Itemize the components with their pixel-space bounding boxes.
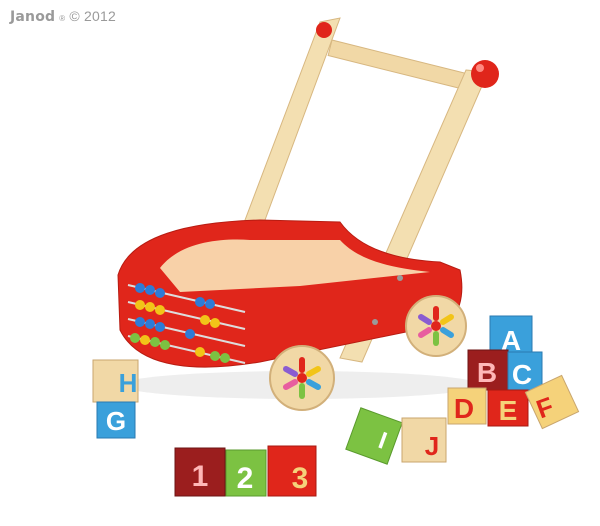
rear-wheel xyxy=(405,295,467,357)
block-d-letter: D xyxy=(454,393,474,424)
block-1: 1 xyxy=(174,447,226,497)
block-h-letter: H xyxy=(119,368,138,398)
left-knob xyxy=(316,22,332,38)
block-e: E xyxy=(487,389,529,427)
left-handle-post xyxy=(241,17,341,229)
block-b-letter: B xyxy=(477,357,497,388)
block-2-digit: 2 xyxy=(237,462,254,495)
block-j-letter: J xyxy=(425,431,439,461)
front-wheel xyxy=(269,345,335,411)
block-g: G xyxy=(96,401,136,439)
block-j: J xyxy=(401,417,447,463)
block-3: 3 xyxy=(267,445,317,497)
block-1-digit: 1 xyxy=(192,460,209,493)
walker-illustration: H G 1 2 3 I J A B C D E F xyxy=(92,17,580,497)
block-d: D xyxy=(447,387,487,425)
block-i: I xyxy=(345,407,403,465)
block-c-letter: C xyxy=(512,359,532,390)
block-c: C xyxy=(507,351,543,391)
block-e-letter: E xyxy=(499,395,518,426)
product-photo: Janod ® © 2012 H G 1 2 3 I J A B C D E F xyxy=(0,0,600,526)
block-b: B xyxy=(467,349,509,391)
block-3-digit: 3 xyxy=(292,462,309,495)
block-h: H xyxy=(92,359,139,403)
block-2: 2 xyxy=(225,449,267,497)
block-g-letter: G xyxy=(106,406,126,436)
right-knob xyxy=(471,60,499,88)
